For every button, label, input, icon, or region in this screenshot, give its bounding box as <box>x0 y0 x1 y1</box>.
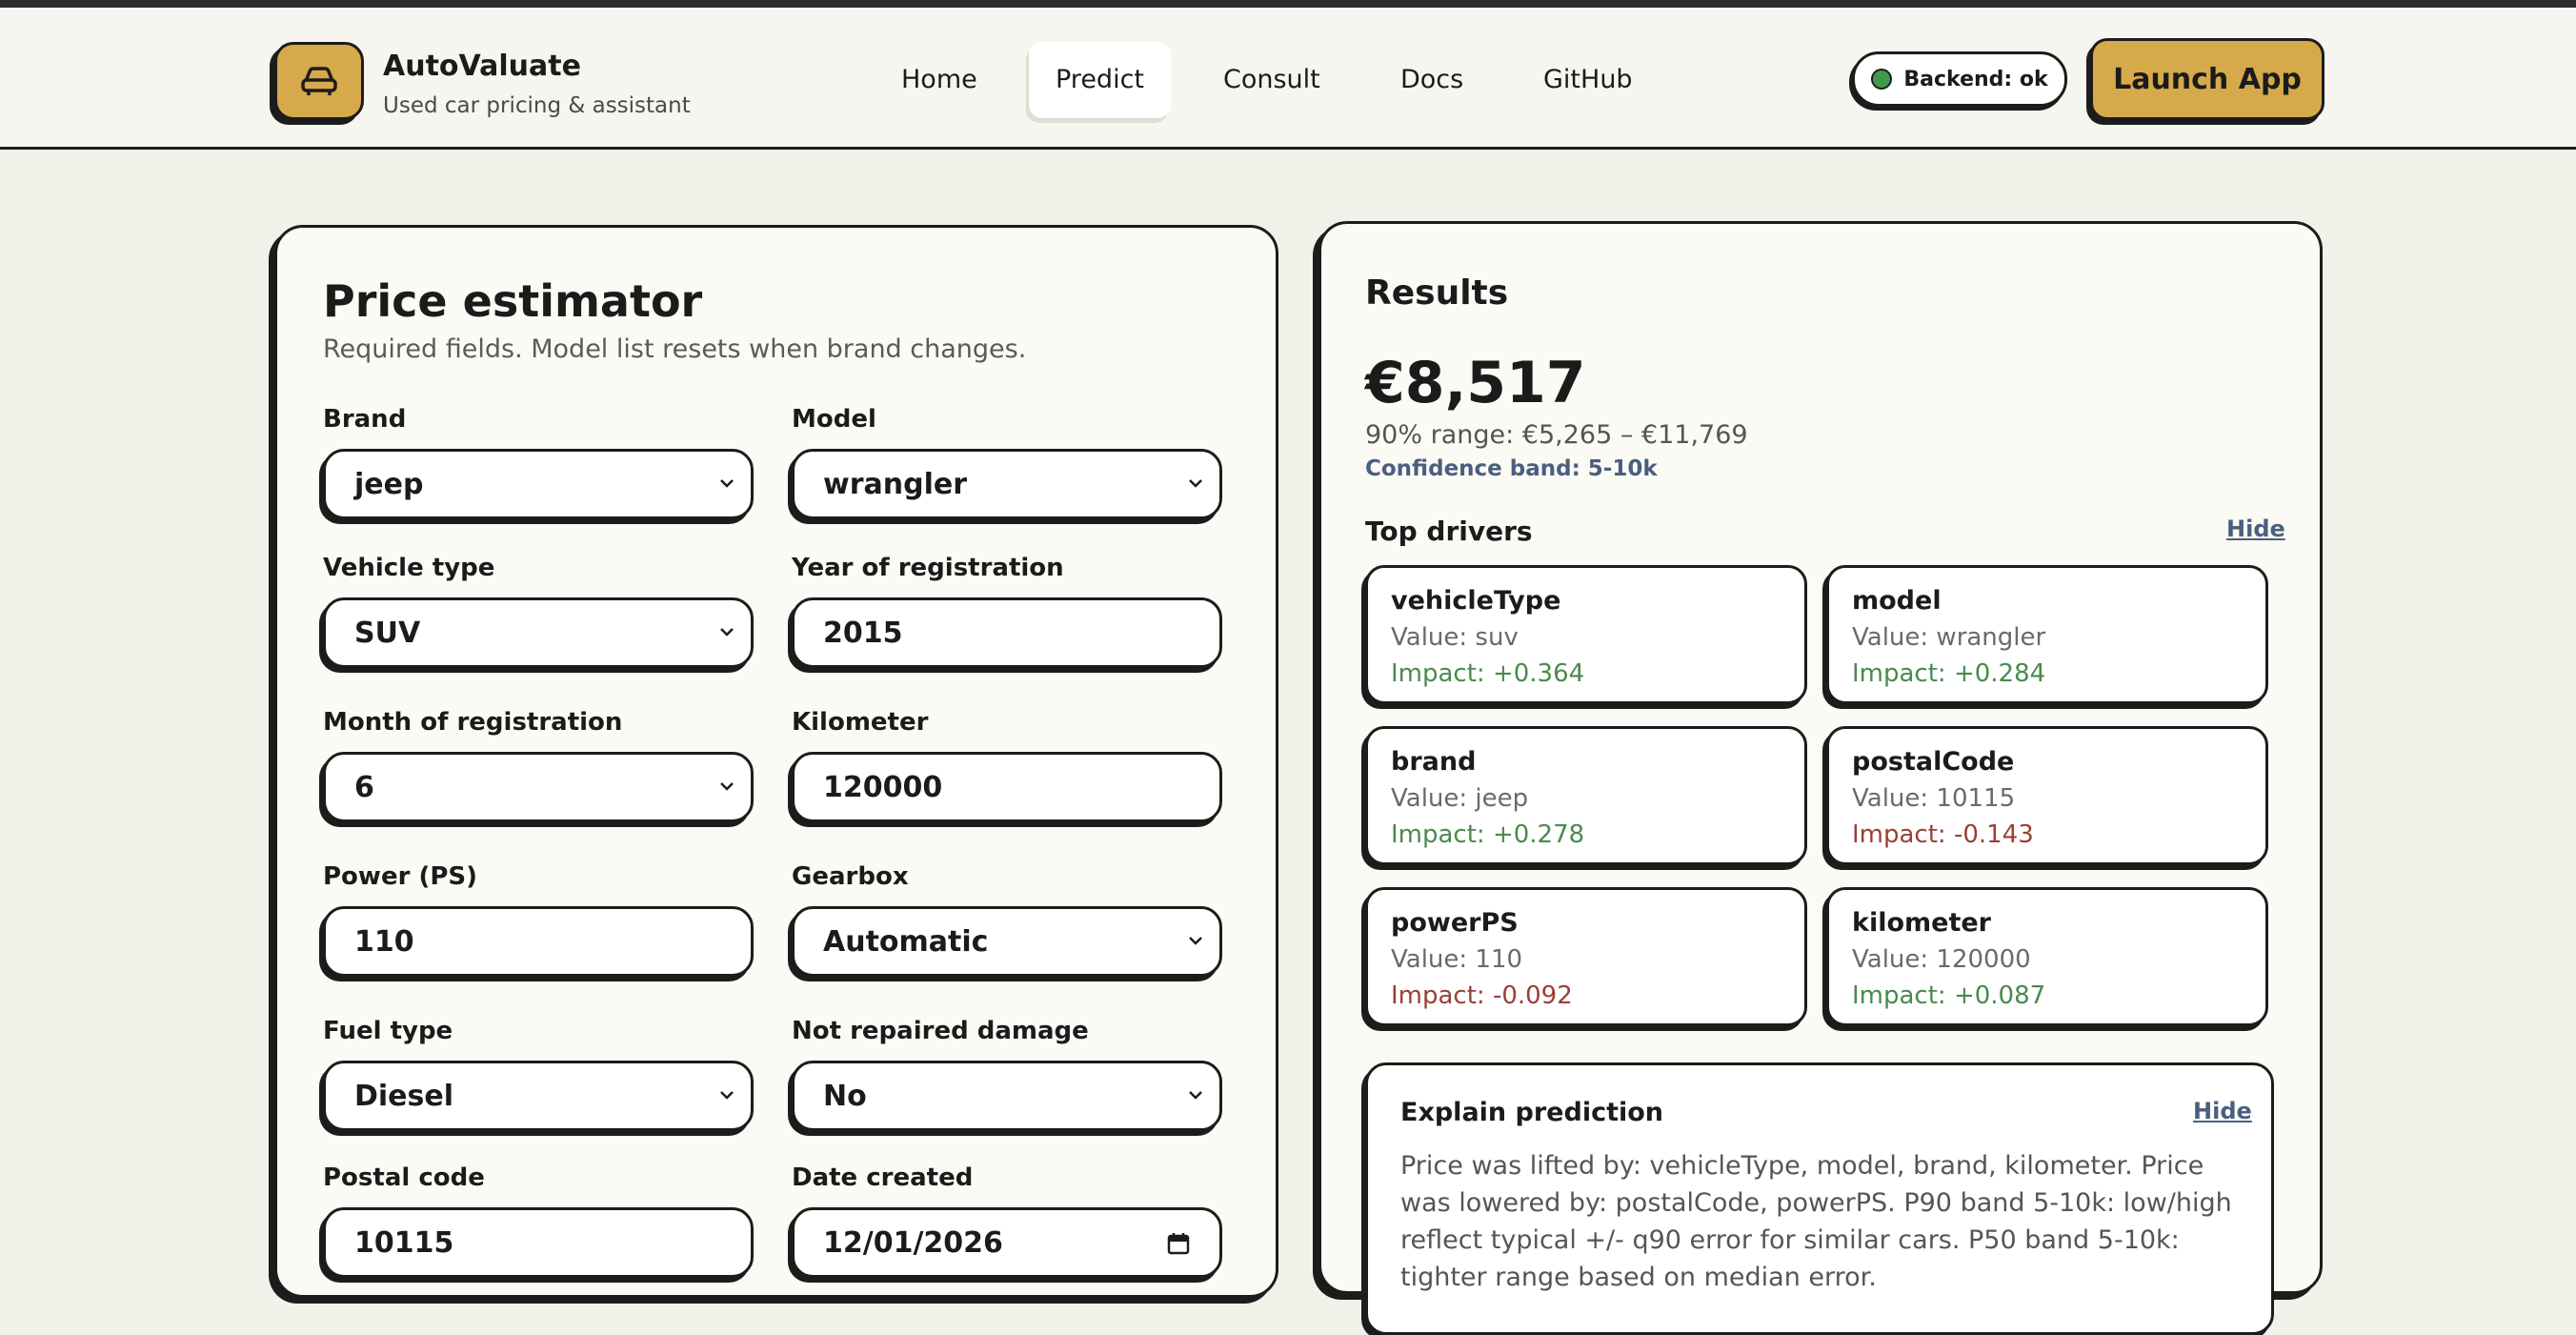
kilometer-value: 120000 <box>823 770 943 804</box>
driver-impact: Impact: +0.284 <box>1852 659 2046 688</box>
gearbox-value: Automatic <box>823 924 989 959</box>
kilometer-input[interactable]: 120000 <box>792 752 1222 822</box>
status-dot-icon <box>1871 69 1893 90</box>
date-label: Date created <box>792 1163 974 1192</box>
damage-value: No <box>823 1079 867 1113</box>
gearbox-select[interactable]: Automatic <box>792 906 1222 977</box>
window-top-edge <box>0 0 2576 8</box>
driver-impact: Impact: +0.364 <box>1391 659 1585 688</box>
power-value: 110 <box>354 924 414 959</box>
chevron-down-icon <box>1189 1091 1202 1100</box>
top-drivers-title: Top drivers <box>1365 516 1533 547</box>
fuel-select[interactable]: Diesel <box>323 1061 754 1131</box>
price-range: 90% range: €5,265 – €11,769 <box>1365 420 1748 450</box>
postal-value: 10115 <box>354 1225 454 1260</box>
driver-name: powerPS <box>1391 908 1519 938</box>
nav-docs[interactable]: Docs <box>1374 42 1490 118</box>
explain-prediction-card: Explain prediction Hide Price was lifted… <box>1365 1062 2274 1335</box>
driver-value: Value: 110 <box>1391 945 1523 974</box>
month-select[interactable]: 6 <box>323 752 754 822</box>
app-tagline: Used car pricing & assistant <box>383 93 691 118</box>
driver-impact: Impact: +0.278 <box>1391 820 1585 849</box>
driver-value: Value: wrangler <box>1852 623 2046 652</box>
year-value: 2015 <box>823 616 903 650</box>
driver-card: brand Value: jeep Impact: +0.278 <box>1365 726 1807 865</box>
kilometer-label: Kilometer <box>792 708 929 737</box>
year-input[interactable]: 2015 <box>792 597 1222 668</box>
fuel-value: Diesel <box>354 1079 454 1113</box>
driver-value: Value: 120000 <box>1852 945 2031 974</box>
app-logo[interactable] <box>274 42 364 120</box>
driver-value: Value: suv <box>1391 623 1519 652</box>
driver-name: model <box>1852 586 1942 616</box>
fuel-label: Fuel type <box>323 1017 453 1045</box>
results-panel: Results €8,517 90% range: €5,265 – €11,7… <box>1318 221 2323 1335</box>
date-value: 12/01/2026 <box>823 1225 1003 1260</box>
driver-name: kilometer <box>1852 908 1991 938</box>
driver-name: postalCode <box>1852 747 2015 777</box>
driver-value: Value: jeep <box>1391 784 1529 813</box>
backend-status-badge: Backend: ok <box>1852 51 2067 107</box>
app-name: AutoValuate <box>383 50 581 83</box>
hide-explain-link[interactable]: Hide <box>2193 1098 2252 1124</box>
explain-title: Explain prediction <box>1400 1098 1664 1127</box>
driver-card: model Value: wrangler Impact: +0.284 <box>1826 565 2268 704</box>
damage-select[interactable]: No <box>792 1061 1222 1131</box>
nav-predict[interactable]: Predict <box>1029 42 1171 118</box>
vehicle-type-value: SUV <box>354 616 421 650</box>
driver-card: kilometer Value: 120000 Impact: +0.087 <box>1826 887 2268 1026</box>
damage-label: Not repaired damage <box>792 1017 1089 1045</box>
model-select[interactable]: wrangler <box>792 449 1222 519</box>
model-value: wrangler <box>823 467 968 501</box>
model-label: Model <box>792 405 876 434</box>
driver-card: powerPS Value: 110 Impact: -0.092 <box>1365 887 1807 1026</box>
driver-name: vehicleType <box>1391 586 1561 616</box>
vehicle-type-select[interactable]: SUV <box>323 597 754 668</box>
price-estimator-panel: Price estimator Required fields. Model l… <box>274 225 1278 1298</box>
postal-input[interactable]: 10115 <box>323 1207 754 1278</box>
power-input[interactable]: 110 <box>323 906 754 977</box>
postal-label: Postal code <box>323 1163 485 1192</box>
driver-impact: Impact: +0.087 <box>1852 981 2046 1010</box>
estimator-title: Price estimator <box>323 275 703 327</box>
confidence-band: Confidence band: 5-10k <box>1365 456 1658 481</box>
launch-app-button[interactable]: Launch App <box>2090 38 2324 120</box>
month-label: Month of registration <box>323 708 623 737</box>
vehicle-type-label: Vehicle type <box>323 554 495 582</box>
gearbox-label: Gearbox <box>792 862 909 891</box>
hide-drivers-link[interactable]: Hide <box>2226 516 2285 542</box>
nav-consult[interactable]: Consult <box>1197 42 1347 118</box>
chevron-down-icon <box>720 782 734 791</box>
chevron-down-icon <box>720 1091 734 1100</box>
chevron-down-icon <box>720 628 734 637</box>
calendar-icon[interactable] <box>1166 1231 1191 1256</box>
results-title: Results <box>1365 273 1509 313</box>
chevron-down-icon <box>720 479 734 488</box>
chevron-down-icon <box>1189 479 1202 488</box>
backend-status-label: Backend: ok <box>1903 67 2048 91</box>
driver-card: postalCode Value: 10115 Impact: -0.143 <box>1826 726 2268 865</box>
driver-name: brand <box>1391 747 1477 777</box>
estimator-subtitle: Required fields. Model list resets when … <box>323 334 1027 364</box>
car-icon <box>301 67 337 95</box>
predicted-price: €8,517 <box>1365 350 1586 416</box>
driver-impact: Impact: -0.092 <box>1391 981 1573 1010</box>
power-label: Power (PS) <box>323 862 477 891</box>
date-input[interactable]: 12/01/2026 <box>792 1207 1222 1278</box>
nav-home[interactable]: Home <box>875 42 1004 118</box>
month-value: 6 <box>354 770 374 804</box>
brand-value: jeep <box>354 467 424 501</box>
explain-text: Price was lifted by: vehicleType, model,… <box>1400 1151 2232 1292</box>
brand-label: Brand <box>323 405 407 434</box>
year-label: Year of registration <box>792 554 1064 582</box>
chevron-down-icon <box>1189 937 1202 945</box>
brand-select[interactable]: jeep <box>323 449 754 519</box>
site-header: AutoValuate Used car pricing & assistant… <box>0 8 2576 150</box>
driver-value: Value: 10115 <box>1852 784 2016 813</box>
driver-card: vehicleType Value: suv Impact: +0.364 <box>1365 565 1807 704</box>
driver-impact: Impact: -0.143 <box>1852 820 2034 849</box>
nav-github[interactable]: GitHub <box>1517 42 1660 118</box>
